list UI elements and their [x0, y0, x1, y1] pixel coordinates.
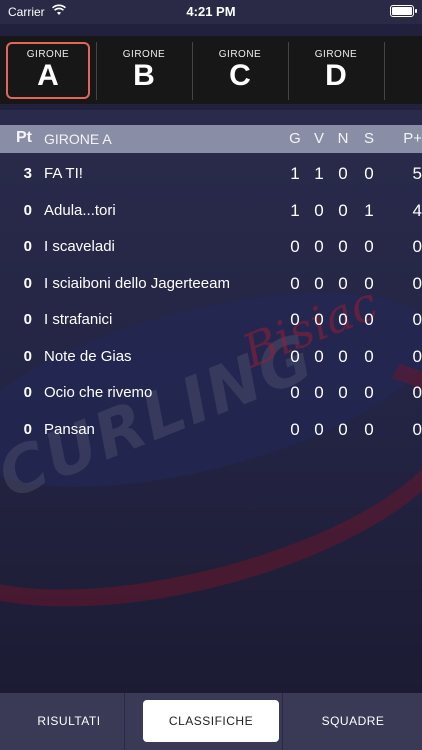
- row-won: 0: [314, 200, 324, 220]
- row-team-name: Note de Gias: [44, 347, 132, 365]
- row-lost: 0: [364, 237, 374, 256]
- row-won: 0: [314, 383, 324, 402]
- row-lost: 0: [364, 419, 374, 439]
- girone-tab-next[interactable]: GI: [390, 42, 422, 99]
- status-bar: Carrier 4:21 PM: [0, 0, 422, 24]
- row-team-name: Ocio che rivemo: [44, 384, 153, 401]
- girone-divider: [384, 42, 385, 100]
- table-row[interactable]: 0 Ocio che rivemo 0 0 0 0 0: [0, 374, 422, 410]
- tab-classifiche[interactable]: CLASSIFICHE: [143, 700, 279, 742]
- row-played: 0: [290, 237, 300, 256]
- row-lost: 0: [364, 164, 374, 183]
- row-team-name: I strafanici: [44, 311, 113, 328]
- battery-icon: [390, 5, 417, 17]
- row-team-name: Pansan: [44, 420, 95, 438]
- row-points: 0: [23, 384, 32, 401]
- row-drawn: 0: [338, 419, 348, 439]
- header-won: V: [313, 130, 324, 147]
- row-points: 0: [23, 311, 32, 328]
- header-played: G: [289, 130, 301, 147]
- row-played: 0: [290, 419, 300, 439]
- header-lost: S: [363, 130, 374, 147]
- girone-tab-letter: A: [37, 59, 59, 92]
- row-drawn: 0: [338, 346, 348, 366]
- row-points: 0: [23, 274, 32, 292]
- header-group-name: GIRONE A: [44, 131, 112, 147]
- row-drawn: 0: [338, 237, 348, 256]
- girone-tab-c[interactable]: GIRONE C: [198, 42, 282, 99]
- row-team-name: Adula...tori: [44, 201, 116, 219]
- row-won: 1: [314, 164, 324, 183]
- tab-squadre[interactable]: SQUADRE: [284, 700, 422, 742]
- row-won: 0: [314, 310, 324, 329]
- table-row[interactable]: 0 Note de Gias 0 0 0 0 0: [0, 338, 422, 374]
- row-points: 0: [23, 201, 32, 219]
- tab-risultati[interactable]: RISULTATI: [0, 700, 138, 742]
- row-points: 0: [23, 238, 32, 255]
- table-row[interactable]: 0I sciaiboni dello Jagerteeam 0 0 0 0 0: [0, 265, 422, 301]
- row-played: 1: [290, 200, 300, 220]
- row-played: 0: [290, 310, 300, 329]
- girone-divider: [96, 42, 97, 100]
- clock: 4:21 PM: [186, 4, 236, 19]
- row-lost: 1: [364, 200, 374, 220]
- row-team-name: I scaveladi: [44, 238, 115, 255]
- row-points-for: 4: [412, 200, 422, 220]
- tab-divider: [124, 693, 125, 750]
- row-points-for: 0: [412, 346, 422, 366]
- header-points-for: P+: [403, 130, 422, 147]
- row-lost: 0: [364, 310, 374, 329]
- girone-divider: [288, 42, 289, 100]
- row-played: 0: [290, 383, 300, 402]
- row-points-for: 0: [412, 237, 422, 256]
- table-row[interactable]: 0I scaveladi 0 0 0 0 0: [0, 228, 422, 264]
- row-won: 0: [314, 419, 324, 439]
- row-lost: 0: [364, 346, 374, 366]
- table-row[interactable]: 3 FA TI! 1 1 0 0 5: [0, 155, 422, 191]
- table-row[interactable]: 0 Pansan 0 0 0 0 0: [0, 411, 422, 447]
- row-points-for: 5: [412, 164, 422, 183]
- row-lost: 0: [364, 383, 374, 402]
- row-won: 0: [314, 237, 324, 256]
- row-won: 0: [314, 273, 324, 293]
- standings-header: Pt GIRONE A G V N S P+: [0, 125, 422, 153]
- row-points: 0: [23, 420, 32, 438]
- row-played: 0: [290, 346, 300, 366]
- table-row[interactable]: 0 Adula...tori 1 0 0 1 4: [0, 192, 422, 228]
- row-drawn: 0: [338, 383, 348, 402]
- girone-tab-a[interactable]: GIRONE A: [6, 42, 90, 99]
- girone-tab-letter: B: [133, 59, 155, 92]
- header-drawn: N: [337, 130, 349, 147]
- girone-tab-label: GI: [392, 49, 422, 60]
- table-row[interactable]: 0I strafanici 0 0 0 0 0: [0, 301, 422, 337]
- row-won: 0: [314, 346, 324, 366]
- row-team-name: FA TI!: [44, 165, 83, 182]
- tab-divider: [282, 693, 283, 750]
- tab-bar: RISULTATI CLASSIFICHE SQUADRE: [0, 693, 422, 750]
- girone-tab-letter: D: [325, 59, 347, 92]
- girone-selector: GIRONEAGIRONEBGIRONECGIRONED GI: [0, 36, 422, 104]
- row-points-for: 0: [412, 383, 422, 402]
- girone-divider: [192, 42, 193, 100]
- header-points: Pt: [16, 129, 32, 146]
- row-played: 1: [290, 164, 300, 183]
- row-points: 0: [23, 347, 32, 365]
- girone-tab-d[interactable]: GIRONE D: [294, 42, 378, 99]
- row-team-name: I sciaiboni dello Jagerteeam: [44, 274, 230, 292]
- row-points-for: 0: [412, 419, 422, 439]
- row-lost: 0: [364, 273, 374, 293]
- row-drawn: 0: [338, 310, 348, 329]
- row-points-for: 0: [412, 273, 422, 293]
- girone-tab-letter: C: [229, 59, 251, 92]
- row-drawn: 0: [338, 273, 348, 293]
- row-drawn: 0: [338, 164, 348, 183]
- row-points: 3: [23, 165, 32, 182]
- row-drawn: 0: [338, 200, 348, 220]
- girone-tab-b[interactable]: GIRONE B: [102, 42, 186, 99]
- row-played: 0: [290, 273, 300, 293]
- row-points-for: 0: [412, 310, 422, 329]
